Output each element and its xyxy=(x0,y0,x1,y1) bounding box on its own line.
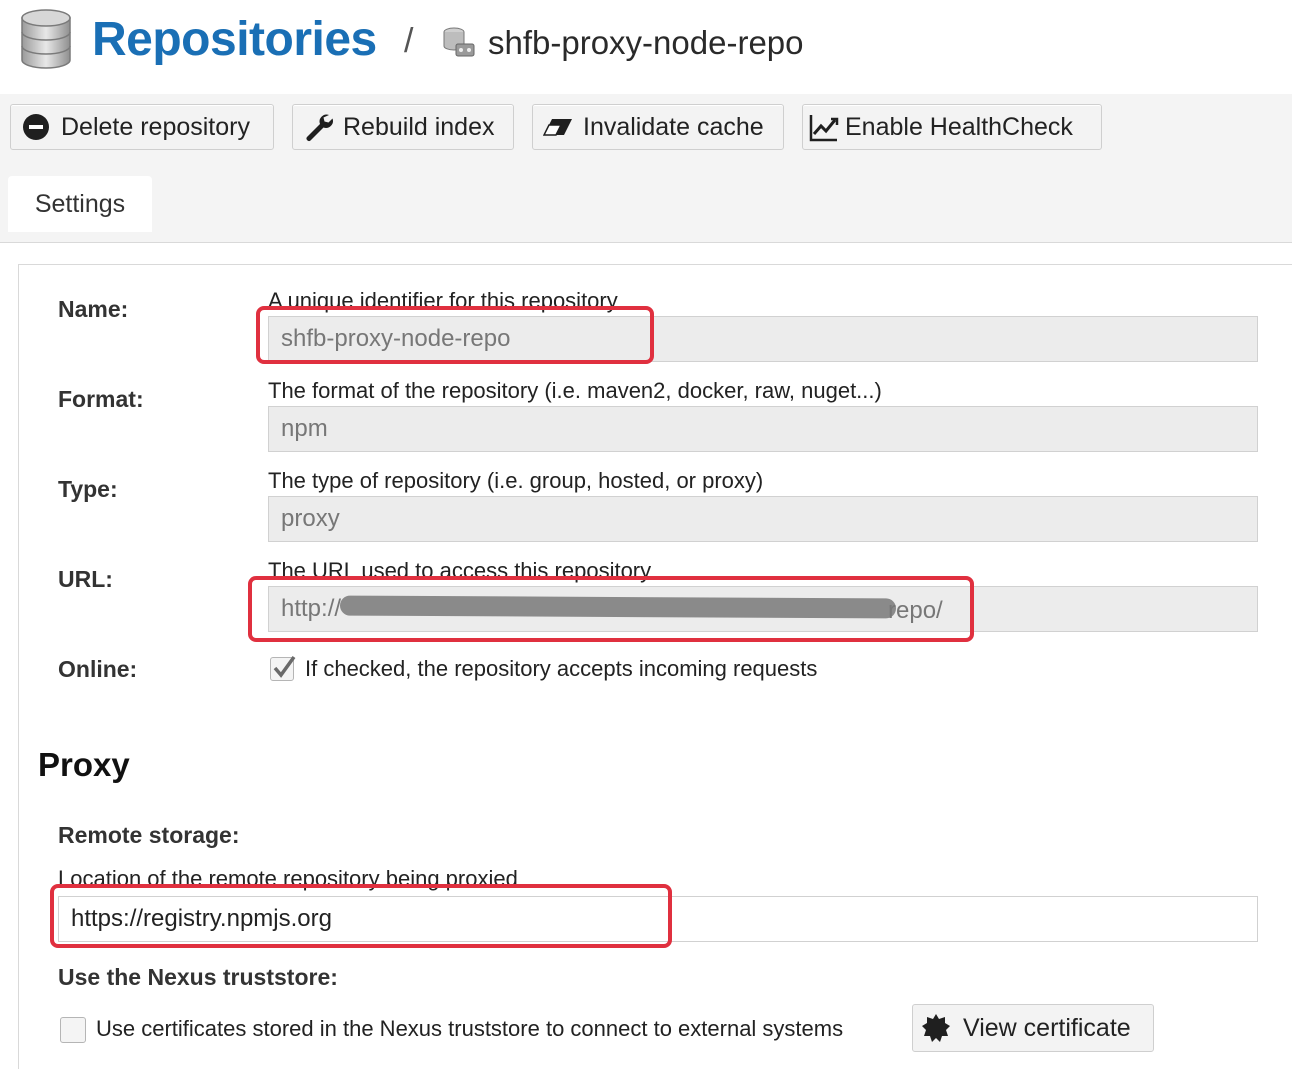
truststore-help: Use certificates stored in the Nexus tru… xyxy=(96,1016,844,1041)
invalidate-cache-label: Invalidate cache xyxy=(583,112,764,141)
truststore-checkbox[interactable] xyxy=(60,1017,86,1043)
online-checkbox[interactable] xyxy=(270,655,296,681)
enable-healthcheck-button[interactable]: Enable HealthCheck xyxy=(802,104,1102,150)
type-label: Type: xyxy=(58,476,118,502)
remote-storage-help: Location of the remote repository being … xyxy=(58,866,518,891)
name-help: A unique identifier for this repository xyxy=(268,288,618,313)
url-help: The URL used to access this repository xyxy=(268,558,652,583)
type-help: The type of repository (i.e. group, host… xyxy=(268,468,764,493)
format-field[interactable]: npm xyxy=(268,406,1258,452)
rebuild-index-label: Rebuild index xyxy=(343,112,495,141)
tab-settings[interactable]: Settings xyxy=(8,176,152,232)
repository-name: shfb-proxy-node-repo xyxy=(488,24,804,61)
line-chart-icon xyxy=(809,115,839,142)
certificate-icon xyxy=(922,1014,950,1042)
online-help: If checked, the repository accepts incom… xyxy=(305,656,818,681)
truststore-label: Use the Nexus truststore: xyxy=(58,964,338,990)
rebuild-index-button[interactable]: Rebuild index xyxy=(292,104,514,150)
remote-storage-label: Remote storage: xyxy=(58,822,240,848)
url-value-end: repo/ xyxy=(888,597,943,624)
eraser-icon xyxy=(543,119,572,136)
delete-repository-label: Delete repository xyxy=(61,112,250,141)
invalidate-cache-button[interactable]: Invalidate cache xyxy=(532,104,784,150)
view-certificate-label: View certificate xyxy=(963,1013,1131,1042)
enable-healthcheck-label: Enable HealthCheck xyxy=(845,112,1073,141)
page-title[interactable]: Repositories xyxy=(92,12,377,67)
view-certificate-button[interactable]: View certificate xyxy=(912,1004,1154,1052)
minus-circle-icon xyxy=(23,114,49,140)
proxy-section-title: Proxy xyxy=(38,746,130,783)
url-value-start: http:// xyxy=(281,595,342,622)
url-redaction xyxy=(339,595,897,619)
format-label: Format: xyxy=(58,386,144,412)
type-field[interactable]: proxy xyxy=(268,496,1258,542)
online-label: Online: xyxy=(58,656,138,682)
name-field[interactable]: shfb-proxy-node-repo xyxy=(268,316,1258,362)
tab-strip xyxy=(0,166,1292,243)
breadcrumb-separator: / xyxy=(404,22,414,60)
format-help: The format of the repository (i.e. maven… xyxy=(268,378,882,403)
remote-storage-input[interactable]: https://registry.npmjs.org xyxy=(58,896,1258,942)
toolbar: Delete repository Rebuild index Invalida… xyxy=(0,94,1292,167)
repo-icon xyxy=(443,27,475,57)
delete-repository-button[interactable]: Delete repository xyxy=(10,104,274,150)
name-label: Name: xyxy=(58,296,129,322)
wrench-icon xyxy=(306,114,333,141)
url-label: URL: xyxy=(58,566,113,592)
checkmark-icon xyxy=(273,655,296,678)
database-icon xyxy=(21,9,71,69)
